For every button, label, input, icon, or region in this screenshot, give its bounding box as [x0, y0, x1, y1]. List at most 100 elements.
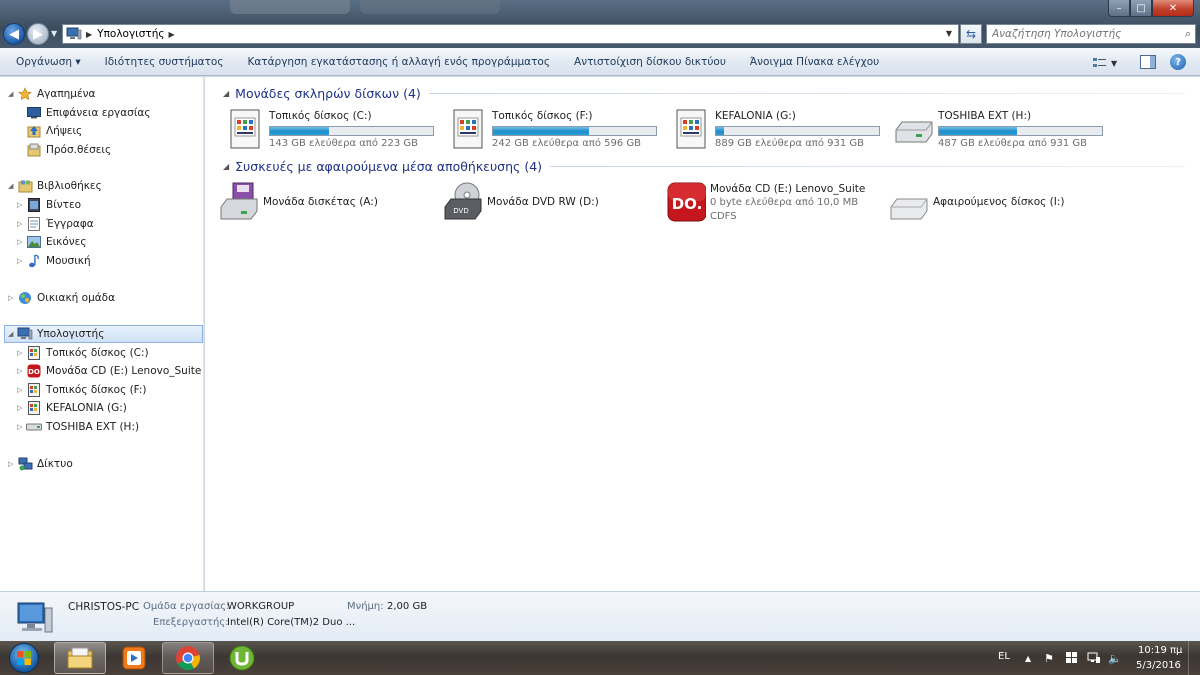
floppy-drive-icon — [220, 182, 258, 220]
sidebar-item-drive-e[interactable]: ▷ DO Μονάδα CD (E:) Lenovo_Suite — [17, 362, 201, 380]
taskbar-explorer-button[interactable] — [54, 642, 106, 674]
drive-tile[interactable]: Τοπικός δίσκος (F:) 242 GB ελεύθερα από … — [448, 108, 663, 154]
sidebar-item-network[interactable]: ▷ Δίκτυο — [8, 455, 73, 473]
collapsed-triangle-icon[interactable]: ▷ — [17, 220, 26, 228]
expand-triangle-icon[interactable]: ◢ — [8, 330, 17, 338]
computer-icon — [17, 602, 53, 633]
computer-icon — [66, 27, 82, 40]
drive-tile[interactable]: DVD Μονάδα DVD RW (D:) — [443, 181, 658, 227]
arrow-right-icon: ▶ — [33, 26, 43, 42]
media-player-icon — [122, 646, 146, 670]
recent-pages-dropdown[interactable]: ▼ — [51, 29, 57, 38]
drive-name: Μονάδα DVD RW (D:) — [487, 196, 599, 208]
expand-triangle-icon[interactable]: ◢ — [223, 162, 229, 171]
change-view-button[interactable]: ▼ — [1093, 55, 1123, 71]
system-properties-button[interactable]: Ιδιότητες συστήματος — [93, 56, 236, 68]
collapsed-triangle-icon[interactable]: ▷ — [17, 423, 26, 431]
close-button[interactable]: ✕ — [1152, 0, 1194, 17]
forward-button[interactable]: ▶ — [27, 23, 49, 45]
search-input[interactable] — [987, 28, 1167, 40]
organize-button[interactable]: Οργάνωση ▾ — [0, 56, 93, 68]
sidebar-item-homegroup[interactable]: ▷ Οικιακή ομάδα — [8, 289, 115, 307]
view-icon — [1093, 58, 1106, 67]
processor-label: Επεξεργαστής: — [153, 617, 229, 628]
sidebar-item-desktop[interactable]: Επιφάνεια εργασίας — [26, 104, 150, 122]
show-hidden-icons-icon[interactable]: ▲ — [1025, 654, 1031, 663]
sidebar-item-drive-f[interactable]: ▷ Τοπικός δίσκος (F:) — [17, 381, 147, 399]
group-header-hard-drives[interactable]: ◢ Μονάδες σκληρών δίσκων (4) — [223, 86, 1185, 101]
sidebar-item-libraries[interactable]: ◢ Βιβλιοθήκες — [8, 177, 102, 195]
sidebar-item-videos[interactable]: ▷ Βίντεο — [17, 196, 81, 214]
collapsed-triangle-icon[interactable]: ▷ — [17, 349, 26, 357]
collapsed-triangle-icon[interactable]: ▷ — [17, 257, 26, 265]
expand-triangle-icon[interactable]: ◢ — [8, 90, 17, 98]
windows-logo-icon — [9, 643, 39, 673]
help-icon[interactable]: ? — [1170, 54, 1186, 70]
utorrent-icon — [229, 645, 255, 671]
sidebar-item-music[interactable]: ▷ Μουσική — [17, 252, 91, 270]
workgroup-label: Ομάδα εργασίας: — [143, 601, 230, 612]
sidebar-item-favorites[interactable]: ◢ Αγαπημένα — [8, 85, 95, 103]
network-tray-icon[interactable] — [1087, 652, 1101, 667]
address-dropdown-icon[interactable]: ▼ — [946, 29, 952, 38]
start-button[interactable] — [2, 641, 46, 675]
sidebar-item-documents[interactable]: ▷ Έγγραφα — [17, 215, 94, 233]
back-button[interactable]: ◀ — [3, 23, 25, 45]
refresh-button[interactable]: ⇆ — [960, 24, 982, 44]
breadcrumb-separator-icon[interactable]: ▶ — [169, 30, 175, 39]
clock-date[interactable]: 5/3/2016 — [1136, 660, 1181, 671]
taskbar-utorrent-button[interactable] — [216, 642, 268, 674]
recent-places-icon — [26, 143, 42, 157]
collapsed-triangle-icon[interactable]: ▷ — [17, 238, 26, 246]
sidebar-item-recent-places[interactable]: Πρόσ.θέσεις — [26, 141, 111, 159]
taskbar-chrome-button[interactable] — [162, 642, 214, 674]
drive-tile[interactable]: Τοπικός δίσκος (C:) 143 GB ελεύθερα από … — [225, 108, 440, 154]
language-indicator[interactable]: EL — [998, 651, 1010, 662]
collapsed-triangle-icon[interactable]: ▷ — [8, 460, 17, 468]
drive-tile[interactable]: Αφαιρούμενος δίσκος (I:) — [889, 181, 1104, 227]
volume-icon[interactable]: 🔈 — [1108, 652, 1122, 665]
taskbar: EL ▲ ⚑ 🔈 10:19 πμ 5/3/2016 — [0, 641, 1200, 675]
drive-name: KEFALONIA (G:) — [715, 110, 796, 122]
uninstall-program-button[interactable]: Κατάργηση εγκατάστασης ή αλλαγή ενός προ… — [236, 56, 563, 68]
search-box[interactable]: ⌕ — [986, 24, 1196, 44]
clock-time[interactable]: 10:19 πμ — [1138, 645, 1182, 656]
drive-tile[interactable]: TOSHIBA EXT (H:) 487 GB ελεύθερα από 931… — [894, 108, 1109, 154]
sidebar-item-pictures[interactable]: ▷ Εικόνες — [17, 233, 87, 251]
drive-tile[interactable]: DO. Μονάδα CD (E:) Lenovo_Suite 0 byte ε… — [666, 181, 881, 227]
expand-triangle-icon[interactable]: ◢ — [223, 89, 229, 98]
sidebar-item-downloads[interactable]: Λήψεις — [26, 122, 82, 140]
windows-update-icon[interactable] — [1066, 652, 1078, 667]
open-control-panel-button[interactable]: Άνοιγμα Πίνακα ελέγχου — [738, 56, 891, 68]
memory-value: 2,00 GB — [387, 601, 428, 612]
taskbar-media-player-button[interactable] — [108, 642, 160, 674]
preview-pane-button[interactable] — [1140, 55, 1156, 69]
hard-drive-icon — [26, 401, 42, 415]
action-center-flag-icon[interactable]: ⚑ — [1044, 652, 1054, 665]
sidebar-item-drive-c[interactable]: ▷ Τοπικός δίσκος (C:) — [17, 344, 149, 362]
expand-triangle-icon[interactable]: ◢ — [8, 182, 17, 190]
breadcrumb-computer[interactable]: Υπολογιστής — [97, 28, 164, 40]
search-icon[interactable]: ⌕ — [1185, 27, 1191, 41]
drive-filesystem: CDFS — [710, 211, 737, 222]
collapsed-triangle-icon[interactable]: ▷ — [17, 201, 26, 209]
drive-usage-bar — [492, 126, 657, 136]
show-desktop-button[interactable] — [1188, 641, 1200, 675]
drive-tile[interactable]: KEFALONIA (G:) 889 GB ελεύθερα από 931 G… — [671, 108, 886, 154]
sidebar-item-drive-g[interactable]: ▷ KEFALONIA (G:) — [17, 399, 127, 417]
address-bar[interactable]: ▶ Υπολογιστής ▶ ▼ — [62, 24, 959, 44]
drive-tile[interactable]: Μονάδα δισκέτας (A:) — [219, 181, 434, 227]
map-network-drive-button[interactable]: Αντιστοίχιση δίσκου δικτύου — [562, 56, 738, 68]
group-header-removable[interactable]: ◢ Συσκευές με αφαιρούμενα μέσα αποθήκευσ… — [223, 159, 1185, 174]
sidebar-item-computer[interactable]: ◢ Υπολογιστής — [4, 325, 203, 343]
computer-icon — [17, 327, 33, 341]
drive-free-space: 242 GB ελεύθερα από 596 GB — [492, 138, 641, 149]
minimize-button[interactable]: – — [1108, 0, 1130, 17]
collapsed-triangle-icon[interactable]: ▷ — [8, 294, 17, 302]
collapsed-triangle-icon[interactable]: ▷ — [17, 404, 26, 412]
maximize-button[interactable]: □ — [1130, 0, 1152, 17]
collapsed-triangle-icon[interactable]: ▷ — [17, 386, 26, 394]
collapsed-triangle-icon[interactable]: ▷ — [17, 367, 26, 375]
pictures-icon — [26, 235, 42, 249]
sidebar-item-drive-h[interactable]: ▷ TOSHIBA EXT (H:) — [17, 418, 139, 436]
